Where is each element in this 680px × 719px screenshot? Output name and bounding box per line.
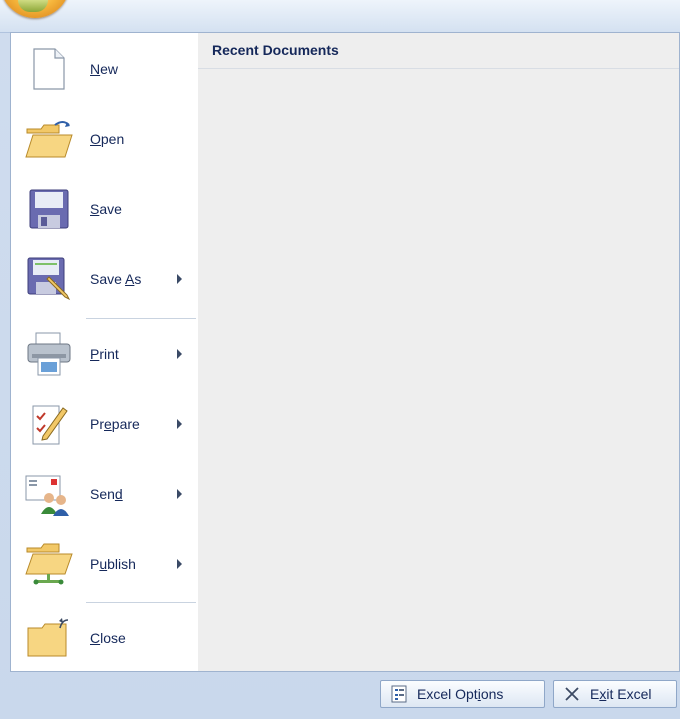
menu-item-label: Print: [90, 346, 119, 362]
publish-folder-icon: [25, 540, 73, 588]
recent-documents-pane: Recent Documents: [198, 33, 679, 671]
menu-item-open[interactable]: Open: [17, 107, 193, 171]
menu-item-send[interactable]: Send: [17, 462, 193, 526]
menu-separator: [86, 602, 196, 603]
menu-item-label: Send: [90, 486, 123, 502]
exit-excel-label: Exit Excel: [590, 686, 652, 702]
menu-item-label: Open: [90, 131, 125, 147]
menu-item-new[interactable]: New: [17, 37, 193, 101]
exit-excel-button[interactable]: Exit Excel: [553, 680, 677, 708]
excel-options-label: Excel Options: [417, 686, 504, 702]
menu-commands-column: New Open Save Save As Print Prepare Send…: [11, 33, 199, 671]
office-menu-window: New Open Save Save As Print Prepare Send…: [0, 0, 680, 719]
office-menu-footer: Excel Options Exit Excel: [0, 672, 680, 719]
prepare-document-icon: [25, 400, 73, 448]
submenu-arrow-icon: [177, 419, 182, 429]
save-as-icon: [25, 255, 73, 303]
submenu-arrow-icon: [177, 349, 182, 359]
close-folder-icon: [25, 614, 73, 662]
save-floppy-icon: [25, 185, 73, 233]
menu-item-save-as[interactable]: Save As: [17, 247, 193, 311]
menu-item-save[interactable]: Save: [17, 177, 193, 241]
recent-documents-separator: [198, 68, 679, 69]
send-mail-icon: [25, 470, 73, 518]
menu-item-label: Close: [90, 630, 126, 646]
menu-item-label: Save: [90, 201, 122, 217]
menu-item-label: Prepare: [90, 416, 140, 432]
menu-item-close[interactable]: Close: [17, 606, 193, 670]
options-icon: [389, 684, 409, 704]
menu-item-label: Publish: [90, 556, 136, 572]
open-folder-icon: [25, 115, 73, 163]
menu-separator: [86, 318, 196, 319]
office-menu-panel: New Open Save Save As Print Prepare Send…: [10, 32, 680, 672]
office-logo-icon: [18, 0, 48, 12]
title-bar: [0, 0, 680, 33]
menu-item-publish[interactable]: Publish: [17, 532, 193, 596]
menu-item-prepare[interactable]: Prepare: [17, 392, 193, 456]
excel-options-button[interactable]: Excel Options: [380, 680, 545, 708]
submenu-arrow-icon: [177, 559, 182, 569]
recent-documents-title: Recent Documents: [212, 42, 339, 58]
submenu-arrow-icon: [177, 489, 182, 499]
menu-item-label: Save As: [90, 271, 142, 287]
menu-item-label: New: [90, 61, 119, 77]
printer-icon: [25, 330, 73, 378]
submenu-arrow-icon: [177, 274, 182, 284]
new-document-icon: [25, 45, 73, 93]
menu-item-print[interactable]: Print: [17, 322, 193, 386]
close-x-icon: [562, 684, 582, 704]
